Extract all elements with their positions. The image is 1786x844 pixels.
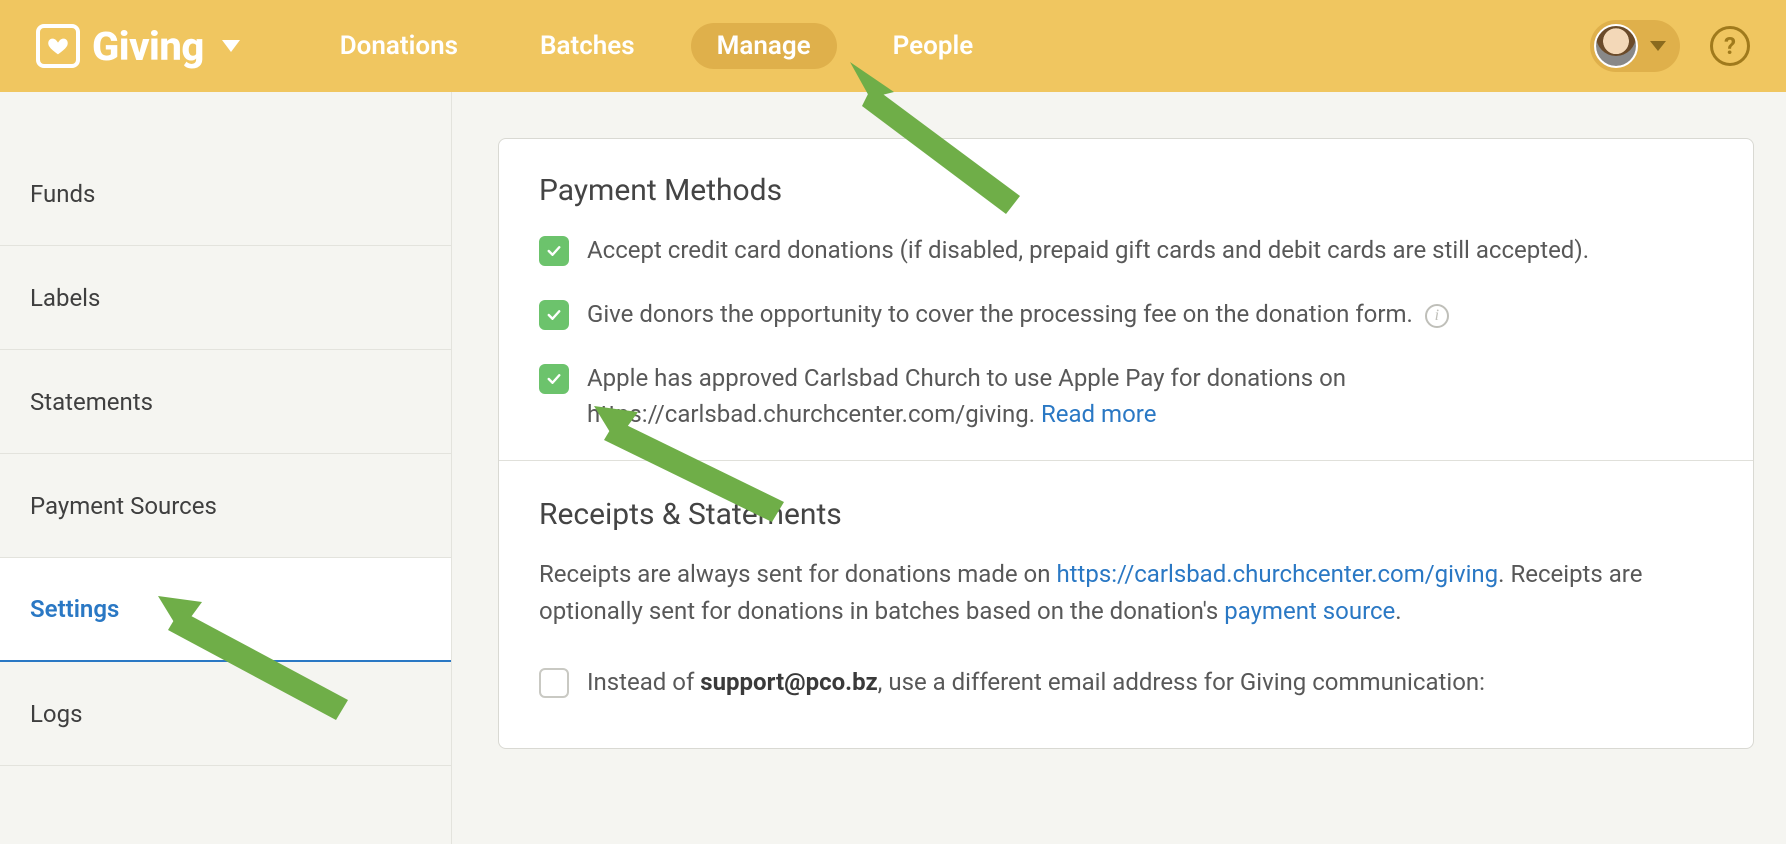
option-apple-pay: Apple has approved Carlsbad Church to us…: [539, 360, 1713, 432]
sidebar-item-label: Labels: [30, 284, 100, 312]
nav-people[interactable]: People: [867, 23, 1000, 69]
main-content: Payment Methods Accept credit card donat…: [452, 92, 1786, 844]
apple-pay-read-more-link[interactable]: Read more: [1041, 400, 1156, 428]
avatar: [1594, 24, 1638, 68]
top-nav: Donations Batches Manage People: [314, 23, 999, 69]
option-label: Instead of support@pco.bz, use a differe…: [587, 664, 1485, 700]
sidebar-item-logs[interactable]: Logs: [0, 662, 451, 766]
sidebar-item-statements[interactable]: Statements: [0, 350, 451, 454]
nav-batches[interactable]: Batches: [514, 23, 661, 69]
sidebar-item-label: Logs: [30, 700, 82, 728]
checkbox-apple-pay[interactable]: [539, 364, 569, 394]
brand-name: Giving: [92, 23, 204, 70]
sidebar-item-label: Funds: [30, 180, 95, 208]
sidebar-item-settings[interactable]: Settings: [0, 558, 451, 662]
chevron-down-icon: [222, 40, 240, 52]
sidebar: Funds Labels Statements Payment Sources …: [0, 92, 452, 844]
option-label: Apple has approved Carlsbad Church to us…: [587, 360, 1713, 432]
sidebar-item-labels[interactable]: Labels: [0, 246, 451, 350]
section-divider: [499, 460, 1753, 461]
checkbox-cover-processing-fee[interactable]: [539, 300, 569, 330]
option-custom-reply-email: Instead of support@pco.bz, use a differe…: [539, 664, 1713, 700]
sidebar-item-payment-sources[interactable]: Payment Sources: [0, 454, 451, 558]
checkbox-accept-credit-cards[interactable]: [539, 236, 569, 266]
help-button[interactable]: ?: [1710, 26, 1750, 66]
info-icon[interactable]: i: [1425, 304, 1449, 328]
settings-card: Payment Methods Accept credit card donat…: [498, 138, 1754, 749]
receipts-paragraph: Receipts are always sent for donations m…: [539, 556, 1713, 630]
topbar-right: ?: [1590, 0, 1750, 92]
section-title-payment-methods: Payment Methods: [539, 173, 1713, 208]
sidebar-item-label: Statements: [30, 388, 153, 416]
body: Funds Labels Statements Payment Sources …: [0, 92, 1786, 844]
option-label: Accept credit card donations (if disable…: [587, 232, 1589, 268]
option-cover-processing-fee: Give donors the opportunity to cover the…: [539, 296, 1713, 332]
brand-switcher[interactable]: Giving: [36, 23, 240, 70]
nav-manage[interactable]: Manage: [691, 23, 837, 69]
checkbox-custom-reply-email[interactable]: [539, 668, 569, 698]
giving-logo-icon: [36, 24, 80, 68]
top-bar: Giving Donations Batches Manage People ?: [0, 0, 1786, 92]
sidebar-item-funds[interactable]: Funds: [0, 142, 451, 246]
nav-donations[interactable]: Donations: [314, 23, 484, 69]
sidebar-item-label: Settings: [30, 595, 119, 623]
church-center-link[interactable]: https://carlsbad.churchcenter.com/giving: [1056, 560, 1498, 588]
option-label: Give donors the opportunity to cover the…: [587, 296, 1449, 332]
user-menu[interactable]: [1590, 20, 1680, 72]
payment-source-link[interactable]: payment source: [1224, 597, 1395, 625]
section-title-receipts: Receipts & Statements: [539, 497, 1713, 532]
option-accept-credit-cards: Accept credit card donations (if disable…: [539, 232, 1713, 268]
chevron-down-icon: [1650, 41, 1666, 51]
sidebar-item-label: Payment Sources: [30, 492, 217, 520]
